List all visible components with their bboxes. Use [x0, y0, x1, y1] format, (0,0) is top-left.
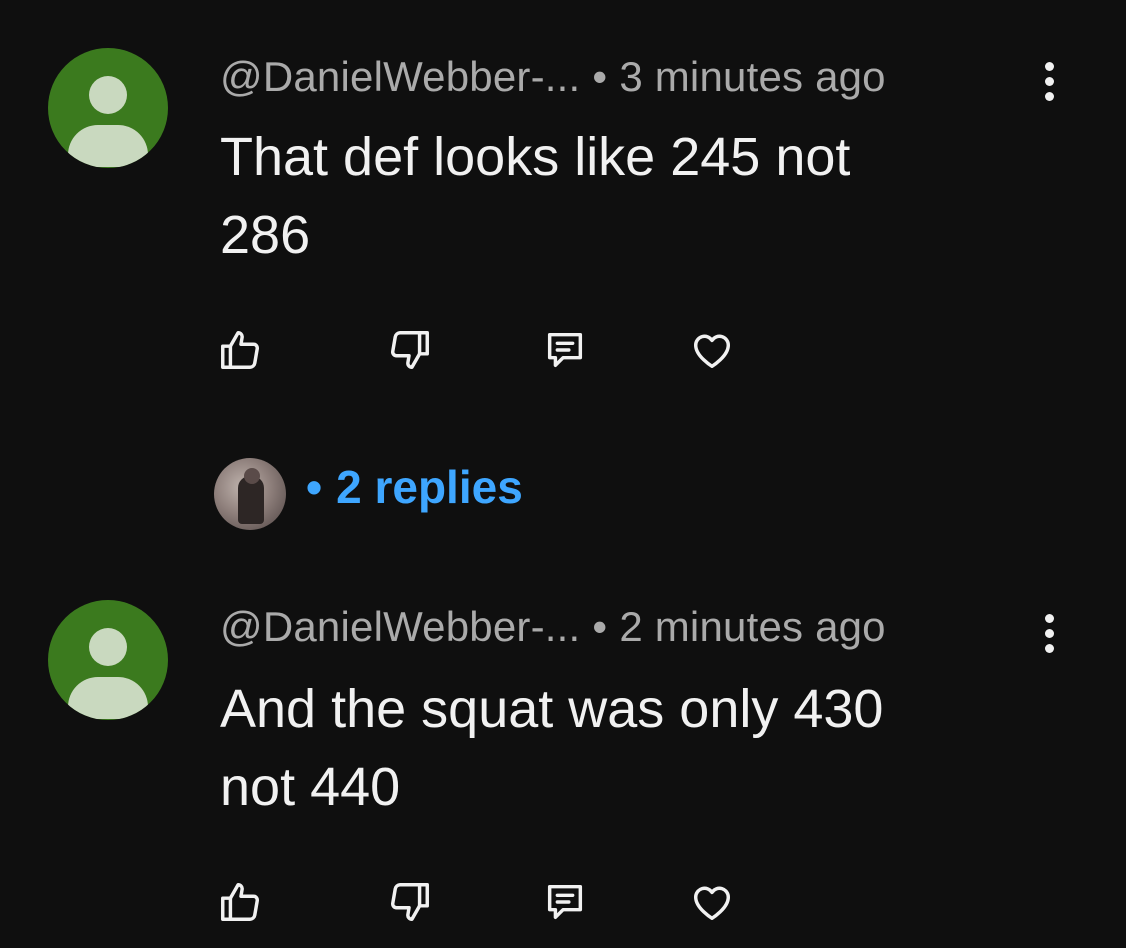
reply-button[interactable] — [535, 320, 595, 380]
comment-icon — [547, 332, 583, 368]
heart-button[interactable] — [682, 872, 742, 932]
separator-dot: • — [306, 461, 323, 513]
dislike-button[interactable] — [380, 320, 440, 380]
avatar-body — [68, 677, 148, 719]
reply-avatar-head — [244, 468, 260, 484]
avatar-head — [89, 76, 127, 114]
avatar-body — [68, 125, 148, 167]
comment-meta: @DanielWebber-... • 3 minutes ago — [220, 53, 886, 101]
heart-icon — [693, 886, 731, 921]
thumbs-up-icon — [221, 883, 259, 921]
reply-avatar — [214, 458, 286, 530]
separator-dot: • — [592, 603, 608, 650]
comment-author[interactable]: @DanielWebber-... — [220, 53, 580, 100]
thumbs-down-icon — [391, 883, 429, 921]
thumbs-up-icon — [221, 331, 259, 369]
replies-link[interactable]: • 2 replies — [306, 460, 523, 514]
like-button[interactable] — [210, 320, 270, 380]
heart-button[interactable] — [682, 320, 742, 380]
comment-actions — [210, 320, 770, 380]
comment-meta: @DanielWebber-... • 2 minutes ago — [220, 603, 886, 651]
comment-icon — [547, 884, 583, 920]
separator-dot: • — [592, 53, 608, 100]
more-vertical-icon[interactable] — [1038, 60, 1062, 104]
replies-count[interactable]: 2 replies — [336, 461, 523, 513]
like-button[interactable] — [210, 872, 270, 932]
view-replies[interactable]: • 2 replies — [214, 454, 614, 530]
comment-text: That def looks like 245 not 286 — [220, 127, 851, 265]
comment-time: 2 minutes ago — [619, 603, 886, 650]
comment-text: And the squat was only 430 not 440 — [220, 679, 884, 817]
reply-button[interactable] — [535, 872, 595, 932]
comment-actions — [210, 872, 770, 932]
dislike-button[interactable] — [380, 872, 440, 932]
thumbs-down-icon — [391, 331, 429, 369]
avatar-head — [89, 628, 127, 666]
avatar[interactable] — [48, 600, 168, 720]
heart-icon — [693, 334, 731, 369]
avatar[interactable] — [48, 48, 168, 168]
more-vertical-icon[interactable] — [1038, 612, 1062, 656]
comment-time: 3 minutes ago — [619, 53, 886, 100]
comment-author[interactable]: @DanielWebber-... — [220, 603, 580, 650]
